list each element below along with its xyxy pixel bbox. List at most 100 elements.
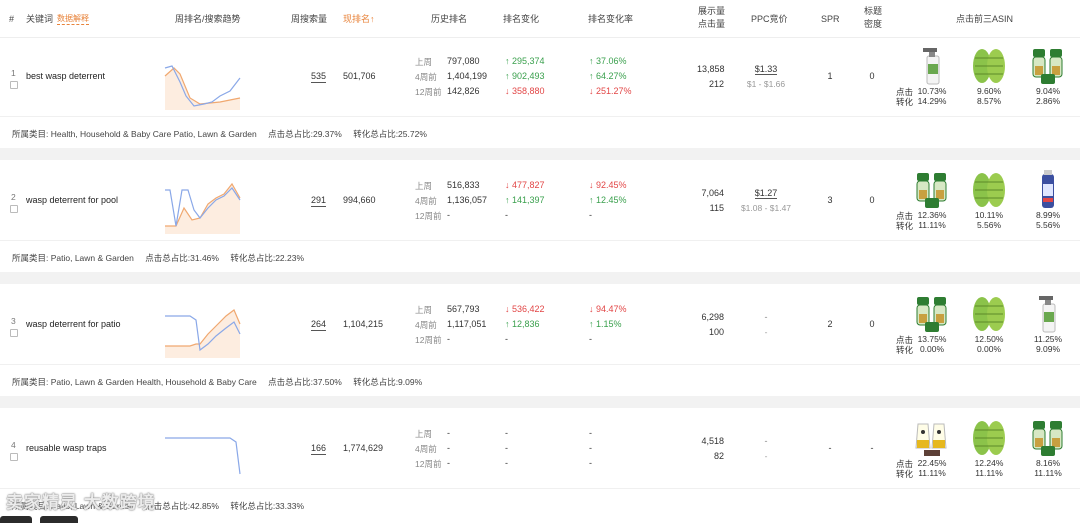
history-rank-4-weeks: 1,136,057 bbox=[447, 195, 488, 205]
ppc-bid[interactable]: - bbox=[765, 312, 768, 322]
asin-convert-share: 0.00% bbox=[976, 344, 1002, 354]
keyword-link[interactable]: reusable wasp traps bbox=[26, 443, 107, 453]
category-info: 所属类目: Patio, Lawn & Garden Health, House… bbox=[0, 364, 1080, 396]
history-rank-last-week: 567,793 bbox=[447, 304, 480, 314]
header-index: # bbox=[9, 14, 15, 24]
asin-click-share: 9.60% bbox=[976, 86, 1002, 96]
bottom-button-1[interactable] bbox=[0, 516, 32, 523]
label-4-weeks: 4周前 bbox=[415, 196, 437, 206]
row-checkbox[interactable] bbox=[10, 81, 18, 89]
click-total-share: 点击总占比:31.46% bbox=[145, 253, 219, 263]
row-checkbox[interactable] bbox=[10, 329, 18, 337]
current-rank: 994,660 bbox=[343, 195, 376, 205]
rank-change-4-weeks: ↑ 141,397 bbox=[505, 195, 545, 205]
row-index: 1 bbox=[11, 68, 16, 78]
rank-rate-last-week: ↑ 37.06% bbox=[589, 56, 627, 66]
row-checkbox[interactable] bbox=[10, 453, 18, 461]
category-info: 所属类目: Patio, Lawn & Garden 点击总占比:42.85% … bbox=[0, 488, 1080, 520]
rank-rate-last-week: ↓ 92.45% bbox=[589, 180, 627, 190]
row-checkbox[interactable] bbox=[10, 205, 18, 213]
label-last-week: 上周 bbox=[415, 305, 433, 315]
ppc-bid[interactable]: - bbox=[765, 436, 768, 446]
asin-product-image-green-trap-pair-icon[interactable] bbox=[971, 44, 1007, 86]
asin-convert-share: 11.11% bbox=[1034, 468, 1062, 478]
label-4-weeks: 4周前 bbox=[415, 320, 437, 330]
header-keyword[interactable]: 关键词 bbox=[26, 14, 53, 25]
table-row: 1 best wasp deterrent 535 501,706 上周 4周前… bbox=[0, 38, 1080, 118]
header-current-rank[interactable]: 现排名↑ bbox=[343, 14, 375, 25]
weekly-volume[interactable]: 535 bbox=[311, 71, 327, 83]
asin-product-image-green-trap-pair-icon[interactable] bbox=[971, 168, 1007, 210]
asin-click-share: 13.75% bbox=[917, 334, 947, 344]
keyword-link[interactable]: wasp deterrent for pool bbox=[26, 195, 118, 205]
rank-rate-12-weeks: - bbox=[589, 210, 592, 220]
header-title-density-2[interactable]: 密度 bbox=[864, 19, 882, 30]
bottom-button-2[interactable] bbox=[40, 516, 78, 523]
row-separator bbox=[0, 272, 1080, 284]
asin-convert-label: 转化 bbox=[896, 345, 914, 355]
header-title-density-1[interactable]: 标题 bbox=[864, 6, 882, 17]
row-index: 2 bbox=[11, 192, 16, 202]
title-density: - bbox=[870, 443, 874, 453]
asin-product-image-spray-bottle-icon[interactable] bbox=[1030, 292, 1066, 334]
click-total-share: 点击总占比:29.37% bbox=[268, 129, 342, 139]
weekly-volume[interactable]: 166 bbox=[311, 443, 327, 455]
header-spr[interactable]: SPR bbox=[821, 14, 840, 25]
ppc-range: $1.08 - $1.47 bbox=[740, 203, 792, 213]
asin-product-image-lantern-trap-set-icon[interactable] bbox=[914, 168, 950, 210]
current-rank: 1,104,215 bbox=[343, 319, 384, 329]
rank-change-12-weeks: ↓ 358,880 bbox=[505, 86, 545, 96]
rank-rate-12-weeks: ↓ 251.27% bbox=[589, 86, 632, 96]
asin-product-image-spray-can-icon[interactable] bbox=[1030, 168, 1066, 210]
ppc-range: - bbox=[764, 327, 768, 337]
trend-chart[interactable] bbox=[160, 46, 250, 110]
title-density: 0 bbox=[869, 71, 875, 81]
header-ppc[interactable]: PPC竞价 bbox=[751, 14, 788, 25]
rank-change-last-week: ↓ 477,827 bbox=[505, 180, 545, 190]
ppc-bid[interactable]: $1.27 bbox=[754, 188, 778, 199]
weekly-volume[interactable]: 264 bbox=[311, 319, 327, 331]
header-weekly-volume[interactable]: 周搜索量 bbox=[291, 14, 327, 25]
keyword-link[interactable]: wasp deterrent for patio bbox=[26, 319, 121, 329]
header-clicks[interactable]: 点击量 bbox=[698, 19, 725, 30]
trend-chart[interactable] bbox=[160, 170, 250, 234]
history-rank-12-weeks: - bbox=[447, 334, 450, 344]
asin-product-image-green-trap-pair-icon[interactable] bbox=[971, 416, 1007, 458]
table-row: 2 wasp deterrent for pool 291 994,660 上周… bbox=[0, 162, 1080, 242]
clicks: 82 bbox=[713, 451, 724, 461]
category-label: 所属类目: Patio, Lawn & Garden Health, House… bbox=[12, 377, 257, 387]
history-rank-last-week: 797,080 bbox=[447, 56, 480, 66]
title-density: 0 bbox=[869, 319, 875, 329]
asin-click-share: 12.36% bbox=[917, 210, 947, 220]
header-rank-change-rate[interactable]: 排名变化率 bbox=[588, 14, 633, 25]
ppc-bid[interactable]: $1.33 bbox=[754, 64, 778, 75]
rank-rate-4-weeks: - bbox=[589, 443, 592, 453]
impressions: 13,858 bbox=[697, 64, 725, 74]
ppc-range: - bbox=[764, 451, 768, 461]
asin-product-image-lantern-trap-set-icon[interactable] bbox=[914, 292, 950, 334]
impressions: 6,298 bbox=[701, 312, 724, 322]
keyword-link[interactable]: best wasp deterrent bbox=[26, 71, 105, 81]
weekly-volume[interactable]: 291 bbox=[311, 195, 327, 207]
rank-rate-last-week: ↓ 94.47% bbox=[589, 304, 627, 314]
asin-convert-share: 5.56% bbox=[1035, 220, 1061, 230]
asin-click-share: 8.16% bbox=[1035, 458, 1061, 468]
trend-chart[interactable] bbox=[160, 418, 250, 482]
trend-chart[interactable] bbox=[160, 294, 250, 358]
asin-product-image-yellow-trap-set-icon[interactable] bbox=[914, 416, 950, 458]
rank-rate-4-weeks: ↑ 64.27% bbox=[589, 71, 627, 81]
header-impressions[interactable]: 展示量 bbox=[698, 6, 725, 17]
rank-rate-last-week: - bbox=[589, 428, 592, 438]
data-explain-link[interactable]: 数据解释 bbox=[57, 13, 89, 25]
current-rank: 501,706 bbox=[343, 71, 376, 81]
header-history-rank: 历史排名 bbox=[431, 14, 468, 24]
asin-product-image-spray-bottle-icon[interactable] bbox=[914, 44, 950, 86]
history-rank-12-weeks: - bbox=[447, 210, 450, 220]
asin-product-image-lantern-trap-set-icon[interactable] bbox=[1030, 44, 1066, 86]
rank-change-12-weeks: - bbox=[505, 458, 508, 468]
asin-convert-share: 8.57% bbox=[976, 96, 1002, 106]
asin-product-image-lantern-trap-set-icon[interactable] bbox=[1030, 416, 1066, 458]
header-rank-change[interactable]: 排名变化 bbox=[503, 14, 539, 25]
table-header: # 关键词 数据解释 周排名/搜索趋势 周搜索量 现排名↑ 历史排名 排名变化 … bbox=[0, 0, 1080, 38]
asin-product-image-green-trap-pair-icon[interactable] bbox=[971, 292, 1007, 334]
